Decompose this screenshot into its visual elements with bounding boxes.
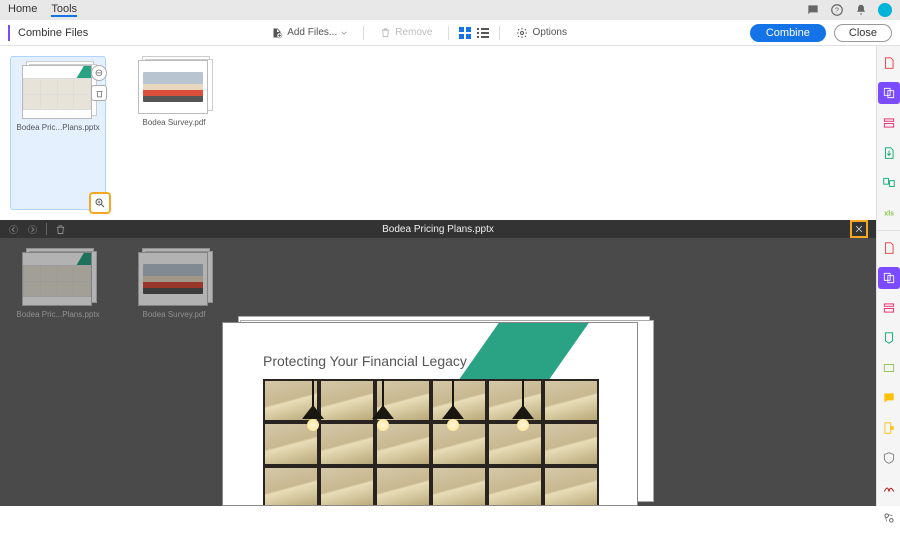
fill-sign-icon[interactable]: [878, 417, 900, 439]
tool-icon-3[interactable]: [878, 297, 900, 319]
svg-text:xls: xls: [884, 210, 894, 217]
combine-button[interactable]: Combine: [750, 24, 826, 42]
thumbnail-bodea-plans[interactable]: Bodea Pric...Plans.pptx ⊖: [10, 56, 106, 210]
export-pdf-icon[interactable]: [878, 142, 900, 164]
tool-icon-4[interactable]: [878, 327, 900, 349]
list-view-icon[interactable]: [475, 25, 491, 41]
tool-accent: [8, 25, 10, 41]
preview-document: Protecting Your Financial Legacy: [222, 316, 650, 506]
next-page-icon[interactable]: [27, 224, 38, 235]
close-button[interactable]: Close: [834, 24, 892, 42]
combine-files-icon[interactable]: [878, 82, 900, 104]
preview-title: Bodea Pricing Plans.pptx: [382, 224, 494, 235]
preview-thumb-plans[interactable]: Bodea Pric...Plans.pptx: [10, 248, 106, 319]
thumbnail-label: Bodea Survey.pdf: [142, 310, 205, 319]
tool-icon-5[interactable]: [878, 357, 900, 379]
close-preview-button[interactable]: [850, 220, 868, 238]
slide-image: [263, 379, 599, 506]
trash-icon: [380, 27, 391, 38]
delete-thumb-icon[interactable]: [91, 85, 107, 101]
combine-toolbar: Combine Files Add Files... Remove Option…: [0, 20, 900, 46]
comment-icon[interactable]: [878, 387, 900, 409]
help-icon[interactable]: ?: [830, 3, 844, 17]
add-file-icon: [271, 27, 283, 39]
create-pdf-icon[interactable]: [878, 52, 900, 74]
right-rail: xls: [876, 46, 900, 506]
chevron-down-icon: [341, 30, 347, 36]
prev-page-icon[interactable]: [8, 224, 19, 235]
preview-panel: Bodea Pricing Plans.pptx Bodea Pric...Pl…: [0, 220, 876, 506]
thumbnail-label: Bodea Pric...Plans.pptx: [16, 310, 99, 319]
tab-tools[interactable]: Tools: [51, 3, 77, 17]
toolbar-title: Combine Files: [18, 27, 88, 39]
gear-icon: [516, 27, 528, 39]
chat-icon[interactable]: [806, 3, 820, 17]
svg-text:?: ?: [835, 7, 839, 14]
zoom-preview-button[interactable]: [89, 192, 111, 214]
tool-icon-1[interactable]: [878, 237, 900, 259]
thumbnail-label: Bodea Pric...Plans.pptx: [16, 123, 99, 132]
thumbnail-bodea-survey[interactable]: Bodea Survey.pdf: [126, 56, 222, 210]
bell-icon[interactable]: [854, 3, 868, 17]
edit-pdf-icon[interactable]: [878, 112, 900, 134]
sign-icon[interactable]: [878, 477, 900, 499]
tab-home[interactable]: Home: [8, 3, 37, 17]
options-button[interactable]: Options: [508, 24, 574, 42]
preview-thumb-survey[interactable]: Bodea Survey.pdf: [126, 248, 222, 319]
grid-view-icon[interactable]: [457, 25, 473, 41]
avatar[interactable]: [878, 3, 892, 17]
preview-trash-icon[interactable]: [55, 224, 66, 235]
close-icon: [854, 224, 864, 234]
organize-pages-icon[interactable]: [878, 172, 900, 194]
send-comments-icon[interactable]: xls: [878, 202, 900, 224]
collapse-icon[interactable]: ⊖: [91, 65, 107, 81]
more-tools-icon[interactable]: [878, 507, 900, 529]
add-files-button[interactable]: Add Files...: [263, 24, 355, 42]
tool-icon-2[interactable]: [878, 267, 900, 289]
thumbnail-label: Bodea Survey.pdf: [142, 118, 205, 127]
remove-button[interactable]: Remove: [372, 24, 440, 41]
app-topbar: Home Tools ?: [0, 0, 900, 20]
preview-titlebar: Bodea Pricing Plans.pptx: [0, 220, 876, 238]
thumbnail-area: Bodea Pric...Plans.pptx ⊖ Bodea Survey.p…: [0, 46, 900, 220]
protect-icon[interactable]: [878, 447, 900, 469]
